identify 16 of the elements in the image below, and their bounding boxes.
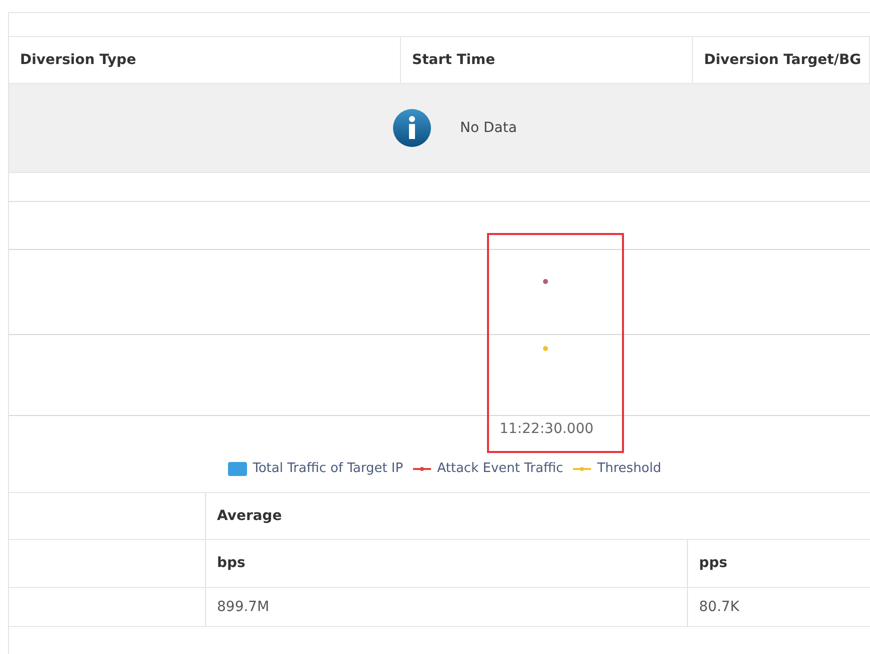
column-header: Diversion Type <box>20 50 136 70</box>
table-cell-text: 80.7K <box>699 598 740 616</box>
empty-message: No Data <box>460 118 517 138</box>
group-header: Average <box>217 506 282 526</box>
legend-label: Threshold <box>597 460 662 478</box>
column-header: Start Time <box>412 50 496 70</box>
column-header: bps <box>217 554 246 573</box>
legend-label: Total Traffic of Target IP <box>252 460 404 478</box>
table-cell-text: 899.7M <box>217 598 270 616</box>
data-point-icon <box>543 346 548 351</box>
column-header: pps <box>699 554 728 573</box>
legend-label: Attack Event Traffic <box>437 460 564 478</box>
data-point-icon <box>543 279 548 284</box>
info-icon <box>392 108 432 148</box>
x-axis-label: 11:22:30.000 <box>499 420 594 439</box>
column-header: Diversion Target/BG <box>704 50 862 70</box>
